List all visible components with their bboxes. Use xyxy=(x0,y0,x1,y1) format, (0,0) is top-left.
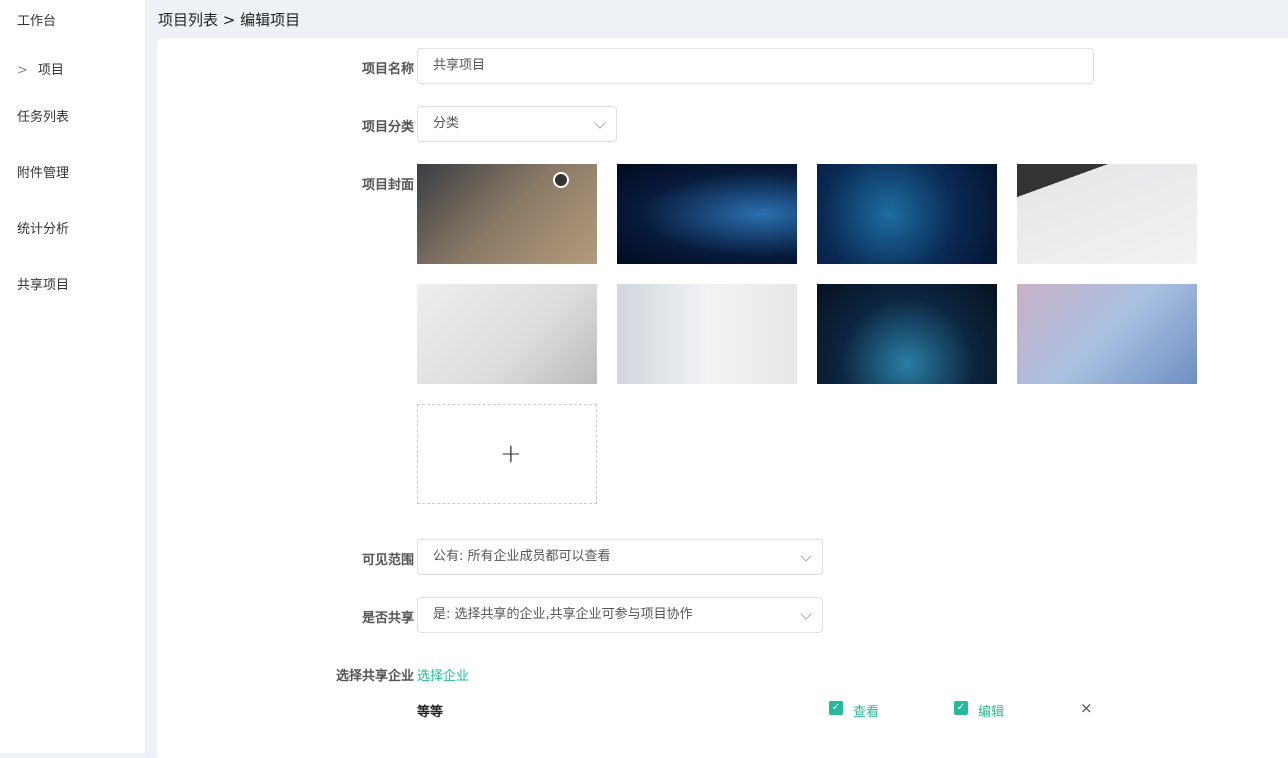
remove-company-icon[interactable]: × xyxy=(1080,699,1093,717)
view-label: 查看 xyxy=(853,705,880,720)
name-label: 项目名称 xyxy=(361,62,414,77)
cover-image-4[interactable] xyxy=(1017,164,1197,264)
cover-image-1-selected[interactable] xyxy=(417,164,597,264)
share-label: 是否共享 xyxy=(361,611,414,626)
chevron-right-icon: > xyxy=(17,63,28,78)
sidebar-item-label: 项目 xyxy=(37,63,64,78)
visibility-value: 公有: 所有企业成员都可以查看 xyxy=(433,549,611,564)
chevron-down-icon xyxy=(800,550,812,562)
upload-cover-button[interactable]: + xyxy=(417,404,597,504)
sidebar-item-shared[interactable]: 共享项目 xyxy=(17,274,69,293)
sidebar-item-workbench[interactable]: 工作台 xyxy=(17,10,56,29)
select-company-link[interactable]: 选择企业 xyxy=(417,665,469,684)
chevron-down-icon xyxy=(594,117,606,129)
cover-image-8[interactable] xyxy=(1017,284,1197,384)
project-name-input[interactable]: 共享项目 xyxy=(417,48,1094,84)
plus-icon: + xyxy=(500,439,522,469)
breadcrumb: 项目列表 > 编辑项目 xyxy=(158,11,301,29)
sidebar-item-stats[interactable]: 统计分析 xyxy=(17,218,69,237)
category-select[interactable]: 分类 xyxy=(417,106,617,142)
cover-image-6[interactable] xyxy=(617,284,797,384)
sidebar: 工作台 > 项目 任务列表 附件管理 统计分析 共享项目 xyxy=(0,0,146,753)
chevron-down-icon xyxy=(800,608,812,620)
company-label: 选择共享企业 xyxy=(335,669,414,684)
share-select[interactable]: 是: 选择共享的企业,共享企业可参与项目协作 xyxy=(417,597,823,633)
cover-image-5[interactable] xyxy=(417,284,597,384)
cover-image-7[interactable] xyxy=(817,284,997,384)
edit-label: 编辑 xyxy=(978,705,1005,720)
category-value: 分类 xyxy=(433,116,460,131)
share-value: 是: 选择共享的企业,共享企业可参与项目协作 xyxy=(433,607,693,622)
edit-checkbox[interactable]: ✓ xyxy=(954,701,968,715)
category-label: 项目分类 xyxy=(361,120,414,135)
cover-image-3[interactable] xyxy=(817,164,997,264)
sidebar-item-attachments[interactable]: 附件管理 xyxy=(17,162,69,181)
visibility-select[interactable]: 公有: 所有企业成员都可以查看 xyxy=(417,539,823,575)
cover-label: 项目封面 xyxy=(361,178,414,193)
cover-image-2[interactable] xyxy=(617,164,797,264)
check-circle-icon xyxy=(553,172,569,188)
visibility-label: 可见范围 xyxy=(361,553,414,568)
company-name: 等等 xyxy=(417,705,444,720)
sidebar-item-tasks[interactable]: 任务列表 xyxy=(17,106,69,125)
view-checkbox[interactable]: ✓ xyxy=(829,701,843,715)
sidebar-item-project[interactable]: > 项目 xyxy=(17,59,64,78)
edit-form: 项目名称 共享项目 项目分类 分类 项目封面 + 可见范围 公有: 所有企业成员… xyxy=(157,38,1288,758)
